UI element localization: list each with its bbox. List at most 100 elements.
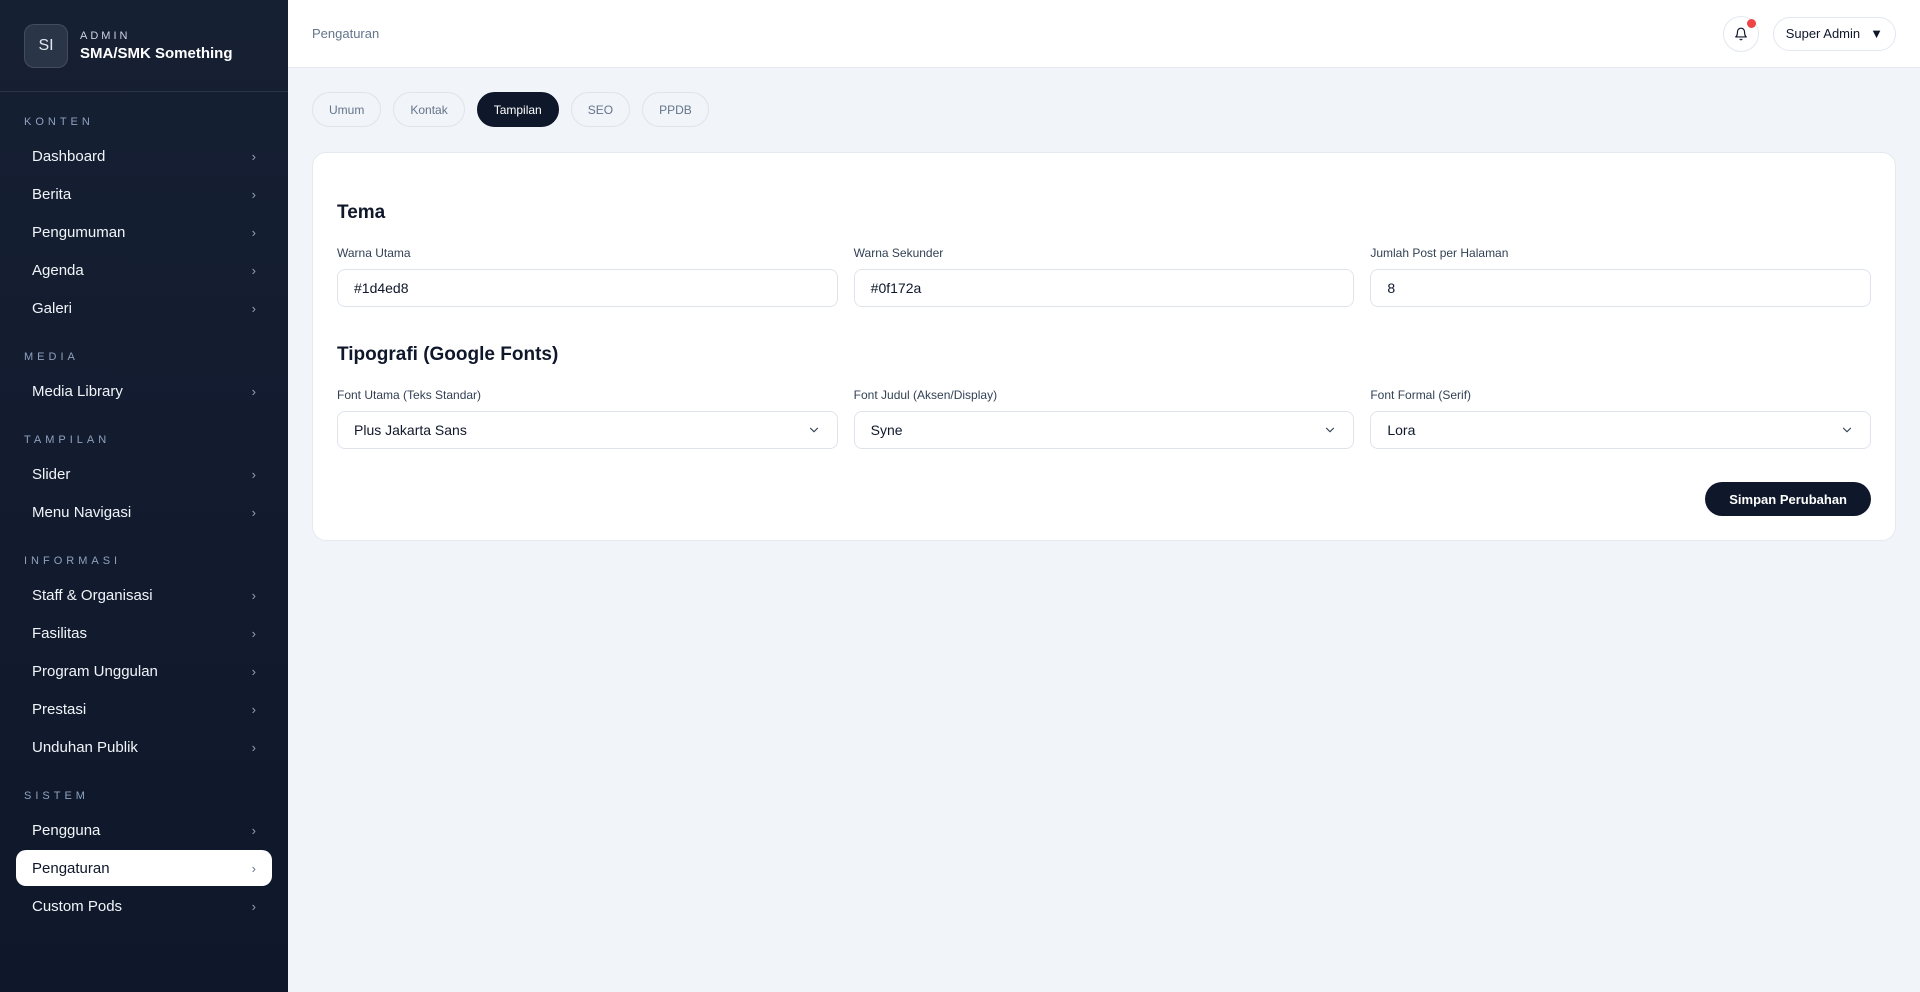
topbar: Pengaturan Super Admin ▼	[288, 0, 1920, 68]
sidebar-item-slider[interactable]: Slider ›	[16, 456, 272, 492]
chevron-right-icon: ›	[251, 300, 256, 316]
sidebar-item-galeri[interactable]: Galeri ›	[16, 290, 272, 326]
sidebar-item-label: Dashboard	[32, 147, 106, 165]
sidebar-item-berita[interactable]: Berita ›	[16, 176, 272, 212]
tab-seo[interactable]: SEO	[570, 92, 631, 127]
chevron-right-icon: ›	[251, 663, 256, 679]
sidebar-item-program-unggulan[interactable]: Program Unggulan ›	[16, 653, 272, 689]
sidebar-item-pengumuman[interactable]: Pengumuman ›	[16, 214, 272, 250]
chevron-right-icon: ›	[251, 625, 256, 641]
brand-kicker: ADMIN	[80, 29, 131, 42]
brand-text: ADMIN SMA/SMK Something	[80, 30, 233, 62]
chevron-right-icon: ›	[251, 148, 256, 164]
sidebar-item-label: Program Unggulan	[32, 662, 158, 680]
sidebar-item-label: Galeri	[32, 299, 73, 317]
posts-per-page-value: 8	[1387, 280, 1396, 296]
chevron-right-icon: ›	[251, 224, 256, 240]
main-font-field: Font Utama (Teks Standar) Plus Jakarta S…	[337, 387, 838, 449]
chevron-right-icon: ›	[251, 739, 256, 755]
sidebar-item-agenda[interactable]: Agenda ›	[16, 252, 272, 288]
theme-heading: Tema	[337, 202, 386, 223]
posts-per-page-field: Jumlah Post per Halaman 8	[1370, 245, 1872, 307]
secondary-color-field: Warna Sekunder #0f172a	[853, 245, 1355, 307]
sidebar-item-label: Agenda	[32, 261, 84, 279]
sidebar-item-prestasi[interactable]: Prestasi ›	[16, 691, 272, 727]
typography-fields: Font Utama (Teks Standar) Plus Jakarta S…	[337, 387, 1872, 449]
sidebar-item-label: Custom Pods	[32, 897, 123, 915]
sidebar-item-label: Slider	[32, 465, 71, 483]
sidebar-item-label: Fasilitas	[32, 624, 88, 642]
chevron-right-icon: ›	[251, 587, 256, 603]
sidebar-item-custom-pods[interactable]: Custom Pods ›	[16, 888, 272, 924]
sidebar: SI ADMIN SMA/SMK Something KONTEN Dashboa…	[0, 0, 288, 992]
sidebar-item-unduhan-publik[interactable]: Unduhan Publik ›	[16, 729, 272, 765]
theme-fields: Warna Utama #1d4ed8 Warna Sekunder #0f17…	[337, 245, 1872, 307]
chevron-down-icon	[809, 427, 818, 433]
chevron-right-icon: ›	[251, 466, 256, 482]
tab-ppdb[interactable]: PPDB	[642, 92, 709, 127]
primary-color-label: Warna Utama	[337, 246, 411, 260]
topbar-actions: Super Admin ▼	[1722, 15, 1896, 52]
formal-font-select[interactable]: Lora	[1370, 411, 1872, 449]
caret-down-icon: ▼	[1870, 26, 1883, 41]
bell-icon	[1734, 27, 1747, 40]
sidebar-item-dashboard[interactable]: Dashboard ›	[16, 138, 272, 174]
posts-per-page-label: Jumlah Post per Halaman	[1370, 246, 1509, 260]
chevron-down-icon	[1326, 427, 1335, 433]
main-font-label: Font Utama (Teks Standar)	[337, 388, 482, 402]
notification-dot	[1746, 18, 1756, 28]
chevron-right-icon: ›	[251, 822, 256, 838]
primary-color-field: Warna Utama #1d4ed8	[337, 245, 838, 307]
formal-font-field: Font Formal (Serif) Lora	[1370, 387, 1872, 449]
chevron-right-icon: ›	[251, 383, 256, 399]
chevron-down-icon	[1842, 427, 1852, 433]
sidebar-item-menu-navigasi[interactable]: Menu Navigasi ›	[16, 494, 272, 530]
heading-font-label: Font Judul (Aksen/Display)	[853, 388, 998, 402]
chevron-right-icon: ›	[251, 504, 256, 520]
sidebar-item-label: Staff & Organisasi	[32, 586, 153, 604]
secondary-color-value: #0f172a	[870, 280, 922, 296]
save-button[interactable]: Simpan Perubahan	[1705, 482, 1871, 516]
settings-tabs: Umum Kontak Tampilan SEO PPDB	[312, 92, 1896, 128]
sidebar-section-sistem: SISTEM	[24, 790, 89, 802]
sidebar-item-label: Media Library	[32, 382, 123, 400]
sidebar-item-label: Unduhan Publik	[32, 738, 138, 756]
posts-per-page-input[interactable]: 8	[1370, 269, 1872, 307]
sidebar-item-label: Prestasi	[32, 700, 87, 718]
tab-tampilan[interactable]: Tampilan	[476, 92, 559, 127]
main-content: Umum Kontak Tampilan SEO PPDB Tema Warna Uta…	[312, 92, 1896, 541]
user-name: Super Admin	[1785, 26, 1861, 41]
chevron-right-icon: ›	[251, 186, 256, 202]
sidebar-section-informasi: INFORMASI	[24, 555, 122, 567]
sidebar-item-media-library[interactable]: Media Library ›	[16, 373, 272, 409]
sidebar-item-label: Menu Navigasi	[32, 503, 132, 521]
sidebar-item-staff-and-organisasi[interactable]: Staff & Organisasi ›	[16, 577, 272, 613]
sidebar-item-fasilitas[interactable]: Fasilitas ›	[16, 615, 272, 651]
secondary-color-input[interactable]: #0f172a	[853, 269, 1355, 307]
sidebar-item-pengaturan[interactable]: Pengaturan ›	[16, 850, 272, 886]
sidebar-item-pengguna[interactable]: Pengguna ›	[16, 812, 272, 848]
heading-font-select[interactable]: Syne	[853, 411, 1355, 449]
breadcrumb: Pengaturan	[312, 26, 380, 41]
sidebar-section-konten: KONTEN	[24, 116, 94, 128]
formal-font-label: Font Formal (Serif)	[1370, 388, 1472, 402]
tab-kontak[interactable]: Kontak	[393, 92, 465, 127]
sidebar-section-media: MEDIA	[24, 351, 79, 363]
notification-button[interactable]	[1722, 15, 1759, 52]
primary-color-input[interactable]: #1d4ed8	[337, 269, 838, 307]
sidebar-item-label: Pengumuman	[32, 223, 126, 241]
chevron-right-icon: ›	[251, 262, 256, 278]
settings-card: Tema Warna Utama #1d4ed8 Warna Sekunder …	[312, 152, 1896, 541]
chevron-right-icon: ›	[251, 701, 256, 717]
main-font-select[interactable]: Plus Jakarta Sans	[337, 411, 838, 449]
save-row: Simpan Perubahan	[1705, 482, 1871, 516]
sidebar-section-tampilan: TAMPILAN	[24, 434, 111, 446]
tab-umum[interactable]: Umum	[312, 92, 382, 127]
sidebar-item-label: Berita	[32, 185, 72, 203]
brand-name: SMA/SMK Something	[80, 44, 233, 62]
user-menu-button[interactable]: Super Admin ▼	[1772, 16, 1896, 51]
